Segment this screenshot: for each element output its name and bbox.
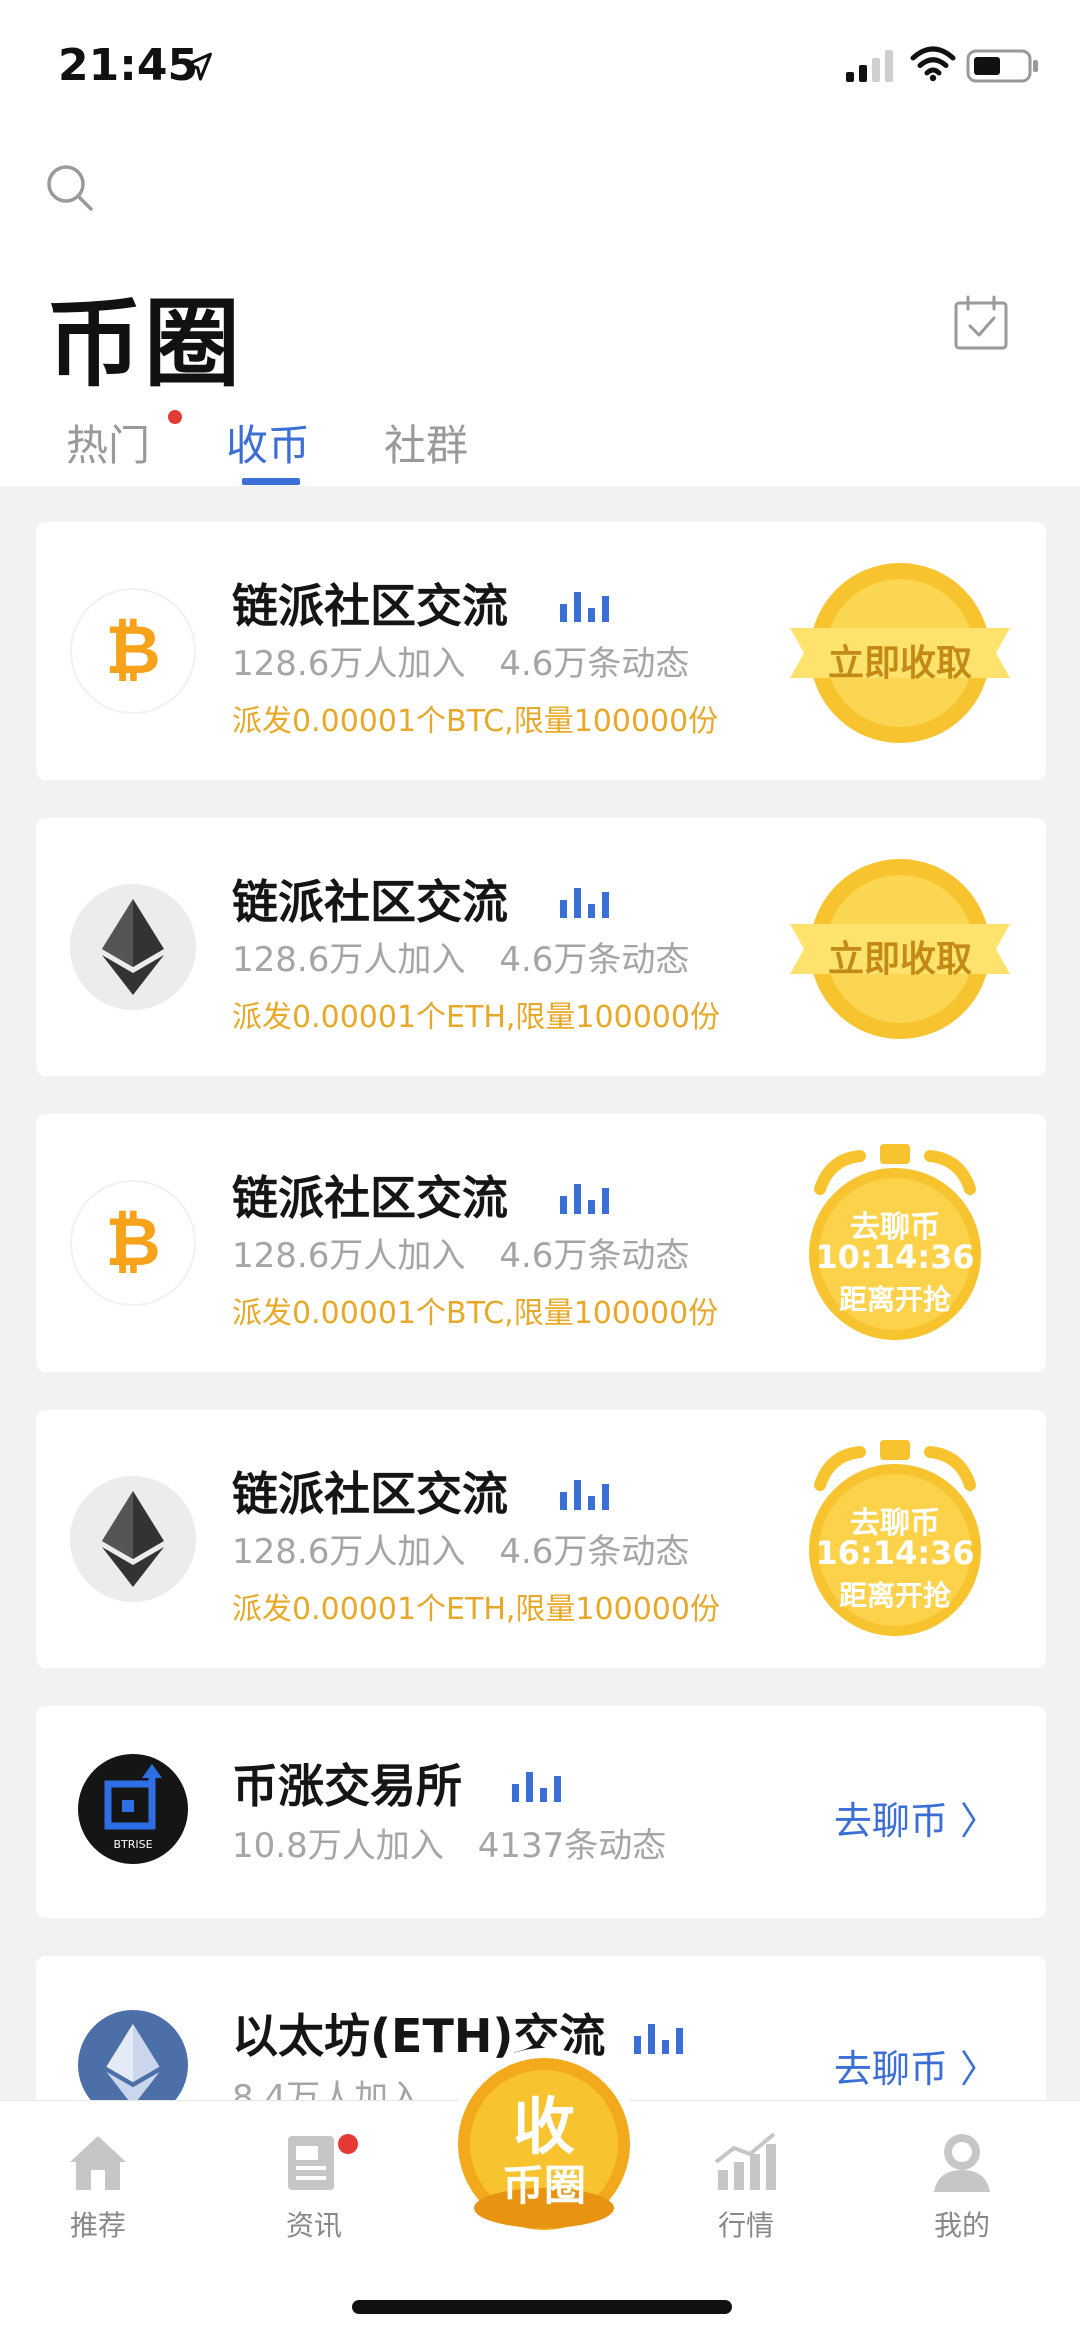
countdown-timer-button[interactable]: 去聊币 16:14:36 距离开抢: [800, 1440, 990, 1640]
nav-profile[interactable]: 我的: [902, 2130, 1022, 2244]
nav-news[interactable]: 资讯: [254, 2130, 374, 2244]
nav-market[interactable]: 行情: [686, 2130, 806, 2244]
card-title: 链派社区交流: [232, 875, 508, 929]
promo-text: 派发0.00001个BTC,限量100000份: [232, 1296, 719, 1331]
ethereum-logo-icon: [70, 1476, 196, 1602]
collect-coin-center-button[interactable]: 收 币圈: [446, 2040, 642, 2248]
post-count: 4.6万条动态: [499, 940, 690, 980]
ethereum-logo-icon: [70, 884, 196, 1010]
member-count: 128.6万人加入: [232, 1236, 466, 1276]
header-area: 21:45 币圈 热门 收币 社群: [0, 0, 1080, 486]
member-count: 128.6万人加入: [232, 940, 466, 980]
post-count: 4137条动态: [477, 1826, 667, 1866]
timer-time: 10:14:36: [815, 1238, 975, 1276]
community-card[interactable]: ₿ 链派社区交流 128.6万人加入 4.6万条动态 派发0.00001个BTC,…: [36, 522, 1046, 780]
timer-time: 16:14:36: [815, 1534, 975, 1572]
card-stats: 128.6万人加入 4.6万条动态: [232, 1524, 689, 1573]
wifi-icon: [910, 46, 956, 82]
member-count: 128.6万人加入: [232, 1532, 466, 1572]
location-arrow-icon: [184, 52, 212, 81]
collect-now-button[interactable]: 立即收取: [780, 854, 1020, 1044]
home-indicator: [352, 2300, 732, 2314]
bar-chart-icon: [560, 592, 609, 622]
btrise-logo-icon: BTRISE: [78, 1754, 188, 1864]
go-chat-button[interactable]: 去聊币 〉: [834, 2038, 998, 2093]
svg-text:₿: ₿: [105, 611, 160, 690]
nav-label: 行情: [717, 2209, 774, 2242]
center-button-line2: 币圈: [501, 2161, 586, 2210]
card-stats: 128.6万人加入 4.6万条动态: [232, 1228, 689, 1277]
tab-active-indicator: [242, 478, 300, 485]
bar-chart-icon: [560, 1480, 609, 1510]
bitcoin-logo-icon: ₿: [70, 1180, 196, 1306]
collect-now-label: 立即收取: [827, 939, 972, 980]
nav-label: 我的: [933, 2209, 990, 2242]
community-card[interactable]: 链派社区交流 128.6万人加入 4.6万条动态 派发0.00001个ETH,限量…: [36, 1410, 1046, 1668]
home-icon: [70, 2136, 126, 2190]
timer-bottom-label: 距离开抢: [838, 1283, 951, 1316]
tab-hot[interactable]: 热门: [66, 412, 150, 473]
card-title: 链派社区交流: [232, 1467, 508, 1521]
card-title: 链派社区交流: [232, 1171, 508, 1225]
promo-text: 派发0.00001个ETH,限量100000份: [232, 1592, 720, 1627]
collect-now-label: 立即收取: [827, 643, 972, 684]
calendar-check-icon[interactable]: [952, 294, 1010, 352]
profile-icon: [934, 2134, 990, 2192]
card-title: 币涨交易所: [232, 1759, 462, 1813]
nav-label: 资讯: [285, 2209, 342, 2242]
nav-recommend[interactable]: 推荐: [38, 2130, 158, 2244]
promo-text: 派发0.00001个BTC,限量100000份: [232, 704, 719, 739]
post-count: 4.6万条动态: [499, 1236, 690, 1276]
tab-hot-badge: [168, 410, 182, 424]
card-stats: 128.6万人加入 4.6万条动态: [232, 932, 689, 981]
nav-news-badge: [338, 2134, 358, 2154]
page-title: 币圈: [46, 288, 242, 400]
cell-signal-icon: [846, 50, 893, 82]
post-count: 4.6万条动态: [499, 1532, 690, 1572]
community-card[interactable]: 链派社区交流 128.6万人加入 4.6万条动态 派发0.00001个ETH,限量…: [36, 818, 1046, 1076]
promo-text: 派发0.00001个ETH,限量100000份: [232, 1000, 720, 1035]
community-card[interactable]: ₿ 链派社区交流 128.6万人加入 4.6万条动态 派发0.00001个BTC,…: [36, 1114, 1046, 1372]
bar-chart-icon: [512, 1772, 561, 1802]
tab-collect-coins[interactable]: 收币: [226, 412, 310, 473]
nav-label: 推荐: [69, 2209, 126, 2242]
svg-text:₿: ₿: [105, 1203, 160, 1282]
post-count: 4.6万条动态: [499, 644, 690, 684]
member-count: 128.6万人加入: [232, 644, 466, 684]
bar-chart-icon: [560, 888, 609, 918]
status-time: 21:45: [58, 40, 199, 91]
timer-bottom-label: 距离开抢: [838, 1579, 951, 1612]
go-chat-button[interactable]: 去聊币 〉: [834, 1790, 998, 1845]
card-stats: 128.6万人加入 4.6万条动态: [232, 636, 689, 685]
community-card[interactable]: BTRISE 币涨交易所 10.8万人加入 4137条动态 去聊币 〉: [36, 1706, 1046, 1918]
battery-icon: [966, 49, 1038, 83]
search-icon[interactable]: [44, 162, 96, 214]
btrise-logo-text: BTRISE: [113, 1838, 152, 1851]
market-icon: [714, 2132, 776, 2190]
bitcoin-logo-icon: ₿: [70, 588, 196, 714]
collect-now-button[interactable]: 立即收取: [780, 558, 1020, 748]
card-title: 链派社区交流: [232, 579, 508, 633]
card-stats: 10.8万人加入 4137条动态: [232, 1818, 666, 1867]
countdown-timer-button[interactable]: 去聊币 10:14:36 距离开抢: [800, 1144, 990, 1344]
tab-community[interactable]: 社群: [384, 412, 468, 473]
member-count: 10.8万人加入: [232, 1826, 444, 1866]
bar-chart-icon: [560, 1184, 609, 1214]
